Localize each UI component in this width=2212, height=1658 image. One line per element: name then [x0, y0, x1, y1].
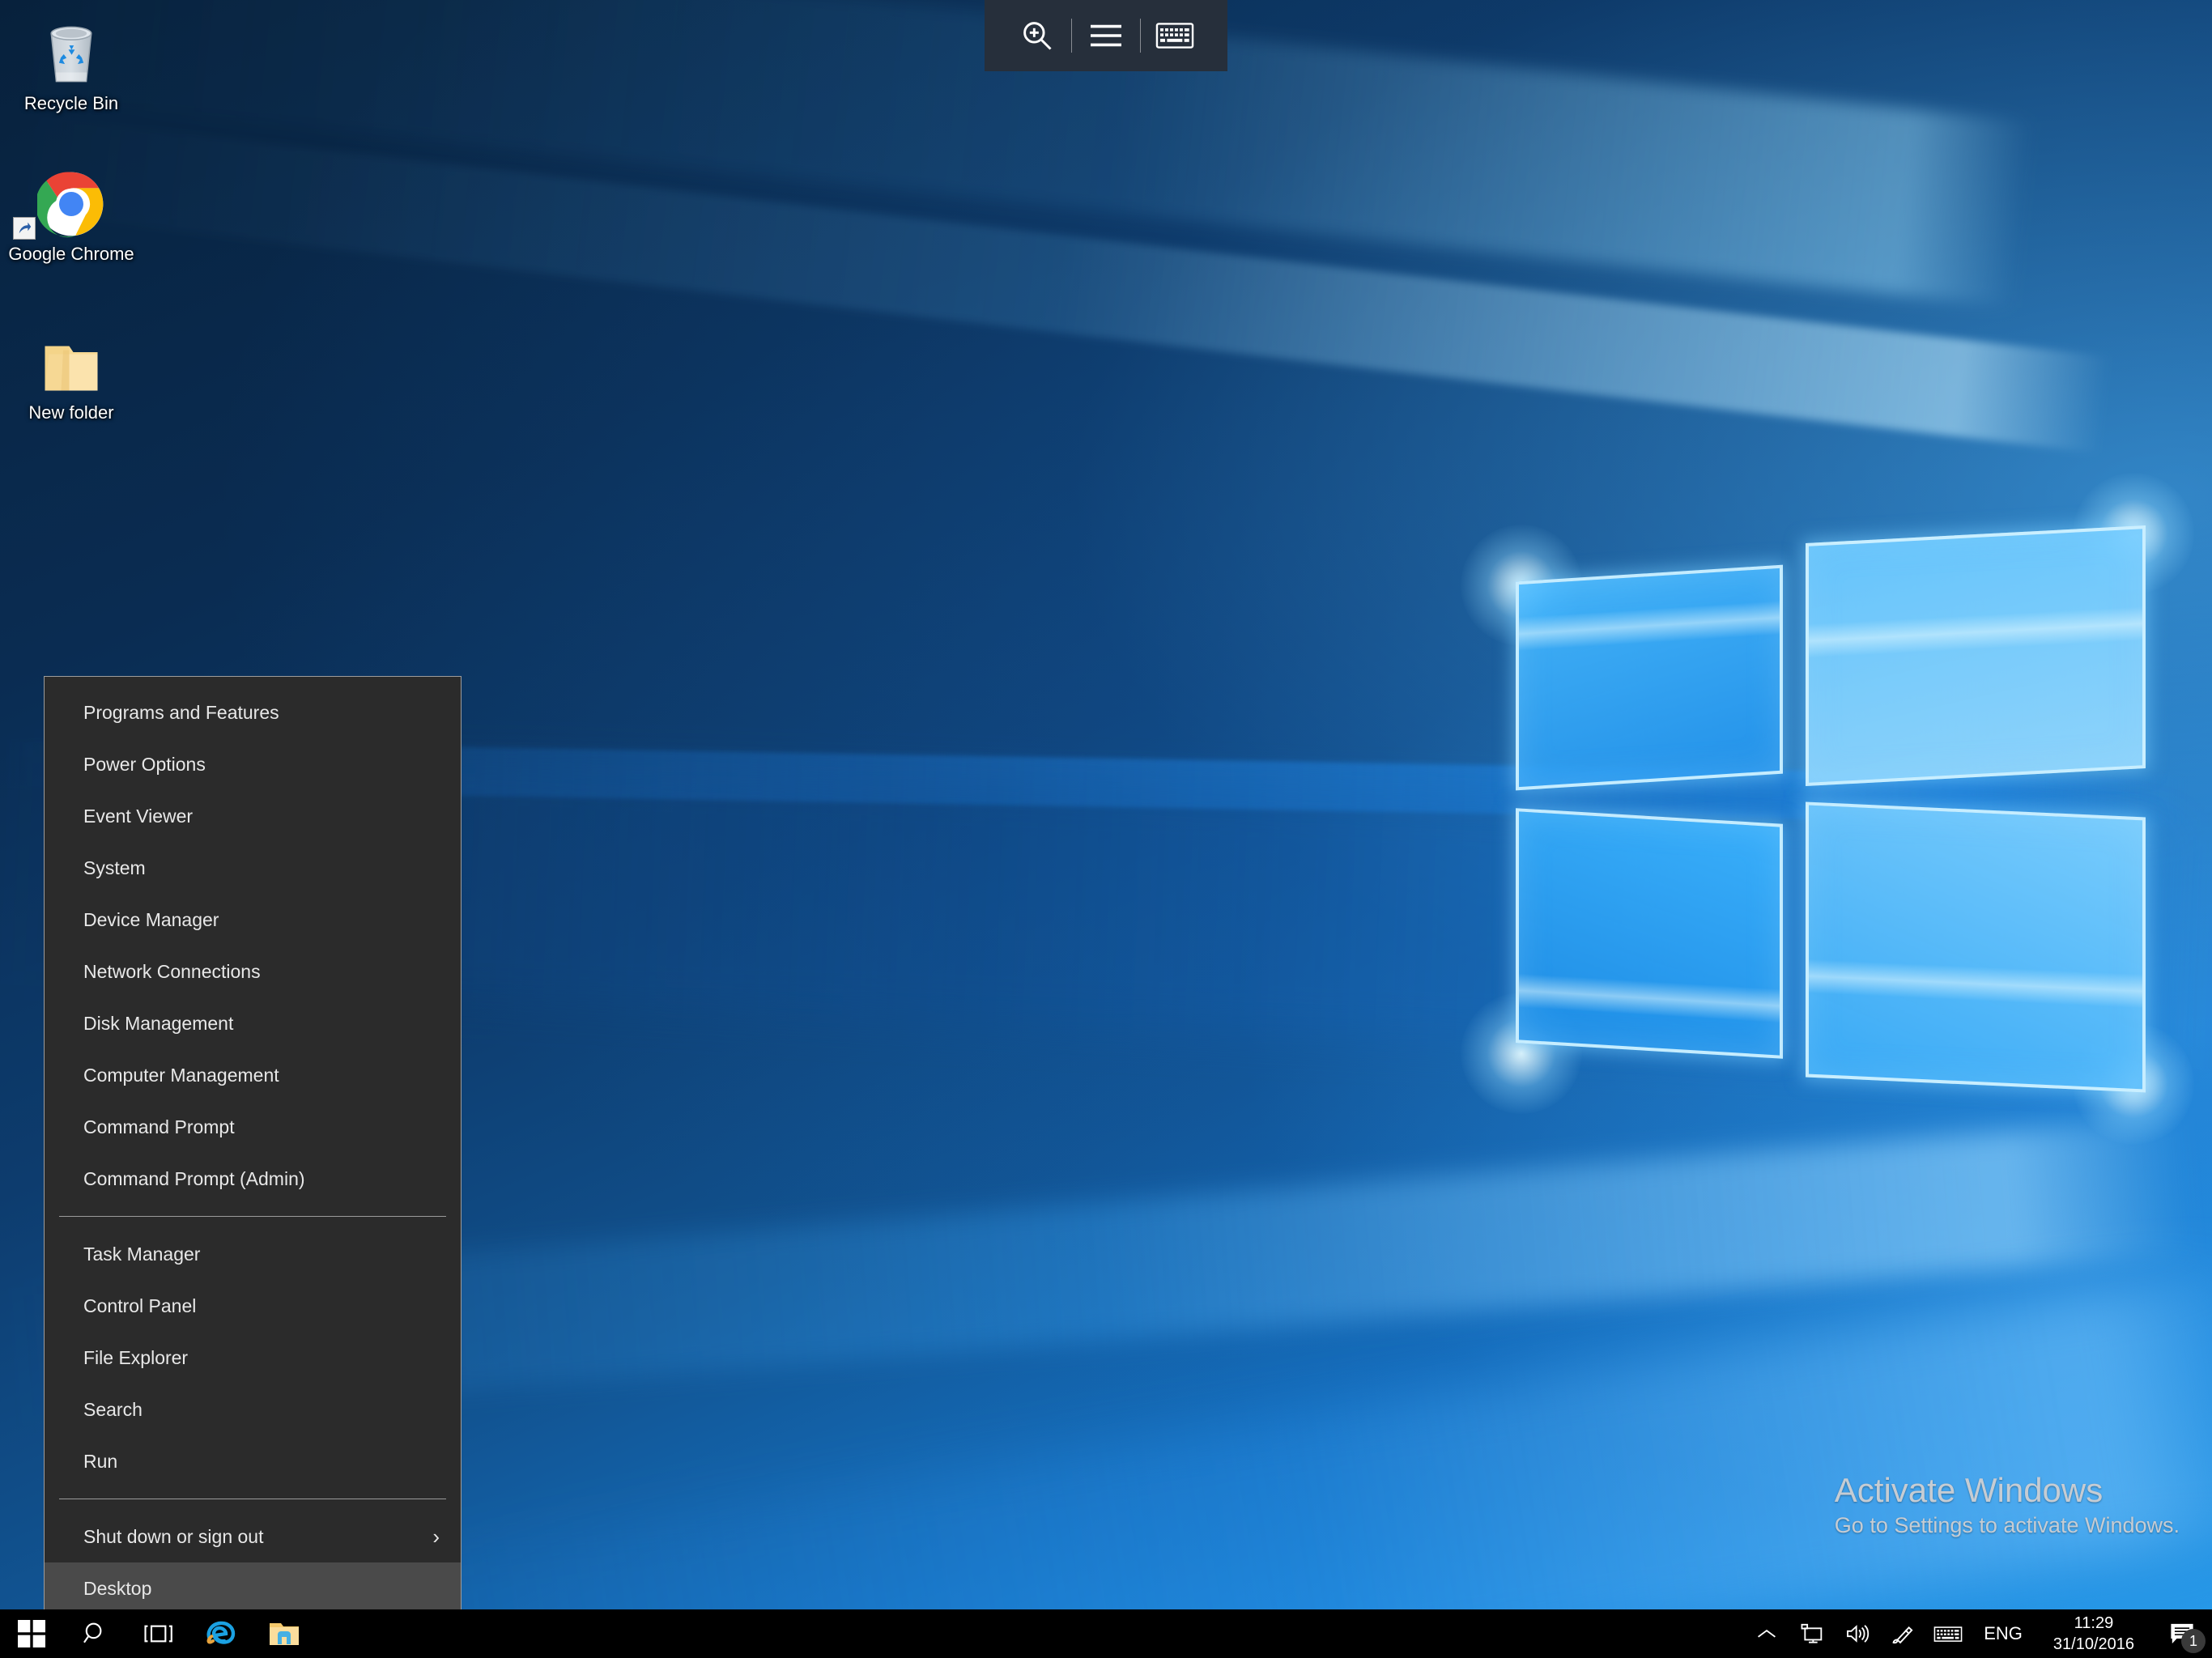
activate-windows-watermark: Activate Windows Go to Settings to activ… — [1835, 1470, 2180, 1540]
keyboard-icon[interactable] — [1141, 0, 1209, 71]
menu-item-label: Network Connections — [83, 960, 261, 982]
windows-pane — [1516, 564, 1783, 791]
desktop-icon-label: New folder — [28, 402, 114, 423]
show-hidden-icons-icon[interactable] — [1744, 1609, 1789, 1658]
menu-item-task-manager[interactable]: Task Manager — [45, 1228, 461, 1280]
wallpaper-ray — [326, 1265, 2212, 1658]
menu-item-desktop[interactable]: Desktop — [45, 1562, 461, 1614]
menu-item-label: Shut down or sign out — [83, 1525, 264, 1547]
desktop-icon-label: Google Chrome — [8, 244, 134, 264]
wallpaper-ray — [8, 114, 2111, 453]
clock[interactable]: 11:29 31/10/2016 — [2035, 1609, 2152, 1658]
menu-item-search[interactable]: Search — [45, 1384, 461, 1435]
watermark-title: Activate Windows — [1834, 1471, 2104, 1509]
menu-item-label: Power Options — [83, 753, 206, 775]
context-menu-group: Task Manager Control Panel File Explorer… — [45, 1228, 461, 1487]
internet-explorer-icon[interactable] — [189, 1609, 253, 1658]
clock-date: 31/10/2016 — [2052, 1635, 2134, 1653]
zoom-in-icon[interactable] — [1003, 0, 1071, 71]
menu-item-file-explorer[interactable]: File Explorer — [45, 1332, 461, 1384]
menu-item-system[interactable]: System — [45, 842, 461, 894]
start-button[interactable] — [0, 1609, 63, 1658]
menu-item-label: System — [83, 857, 146, 878]
menu-item-programs-and-features[interactable]: Programs and Features — [45, 687, 461, 738]
watermark-subtitle: Go to Settings to activate Windows. — [1834, 1513, 2180, 1537]
menu-item-network-connections[interactable]: Network Connections — [45, 946, 461, 997]
win-x-context-menu: Programs and Features Power Options Even… — [44, 676, 462, 1622]
menu-item-label: Disk Management — [83, 1012, 234, 1034]
desktop-icon-new-folder[interactable]: New folder — [6, 327, 136, 423]
menu-item-label: Computer Management — [83, 1064, 279, 1086]
floating-toolbar — [985, 0, 1227, 71]
menu-separator — [59, 1216, 446, 1217]
recycle-bin-icon — [6, 18, 136, 87]
file-explorer-icon[interactable] — [253, 1609, 316, 1658]
volume-icon[interactable] — [1835, 1609, 1880, 1658]
taskbar: ENG 11:29 31/10/2016 1 — [0, 1609, 2212, 1658]
menu-item-label: Control Panel — [83, 1295, 197, 1316]
menu-item-control-panel[interactable]: Control Panel — [45, 1280, 461, 1332]
windows-logo-wallpaper — [1461, 473, 2194, 1145]
touch-keyboard-icon[interactable] — [1925, 1609, 1971, 1658]
task-view-icon[interactable] — [126, 1609, 189, 1658]
hamburger-menu-icon[interactable] — [1072, 0, 1140, 71]
menu-item-command-prompt-admin[interactable]: Command Prompt (Admin) — [45, 1153, 461, 1205]
desktop-icon-recycle-bin[interactable]: Recycle Bin — [6, 18, 136, 114]
menu-item-power-options[interactable]: Power Options — [45, 738, 461, 790]
menu-item-label: Desktop — [83, 1577, 152, 1599]
menu-item-label: File Explorer — [83, 1346, 189, 1368]
search-icon[interactable] — [63, 1609, 126, 1658]
context-menu-group: Programs and Features Power Options Even… — [45, 687, 461, 1205]
folder-icon — [6, 327, 136, 397]
windows-pane — [1806, 801, 2146, 1093]
menu-item-disk-management[interactable]: Disk Management — [45, 997, 461, 1049]
desktop-icon-google-chrome[interactable]: Google Chrome — [6, 168, 136, 265]
menu-item-label: Event Viewer — [83, 805, 194, 827]
menu-item-run[interactable]: Run — [45, 1435, 461, 1487]
menu-item-computer-management[interactable]: Computer Management — [45, 1049, 461, 1101]
menu-item-label: Run — [83, 1450, 118, 1472]
menu-item-label: Programs and Features — [83, 701, 279, 723]
menu-item-event-viewer[interactable]: Event Viewer — [45, 790, 461, 842]
menu-item-command-prompt[interactable]: Command Prompt — [45, 1101, 461, 1153]
clock-time: 11:29 — [2074, 1614, 2114, 1632]
system-tray: ENG 11:29 31/10/2016 1 — [1744, 1609, 2212, 1658]
context-menu-group: Shut down or sign out › Desktop — [45, 1511, 461, 1614]
chevron-right-icon: › — [432, 1524, 440, 1549]
menu-item-shut-down-or-sign-out[interactable]: Shut down or sign out › — [45, 1511, 461, 1562]
menu-item-label: Device Manager — [83, 908, 219, 930]
language-indicator[interactable]: ENG — [1971, 1609, 2035, 1658]
menu-item-label: Command Prompt — [83, 1116, 235, 1137]
menu-item-label: Search — [83, 1398, 143, 1420]
network-icon[interactable] — [1789, 1609, 1835, 1658]
notification-badge: 1 — [2181, 1629, 2206, 1653]
windows-pane — [1806, 525, 2146, 787]
windows-pane — [1516, 808, 1783, 1059]
action-center-icon[interactable]: 1 — [2152, 1609, 2212, 1658]
menu-item-label: Task Manager — [83, 1243, 201, 1265]
menu-item-label: Command Prompt (Admin) — [83, 1167, 305, 1189]
pen-workspace-icon[interactable] — [1880, 1609, 1925, 1658]
desktop-icon-label: Recycle Bin — [23, 93, 119, 113]
menu-item-device-manager[interactable]: Device Manager — [45, 894, 461, 946]
google-chrome-icon — [6, 168, 136, 240]
shortcut-arrow-icon — [13, 217, 36, 240]
